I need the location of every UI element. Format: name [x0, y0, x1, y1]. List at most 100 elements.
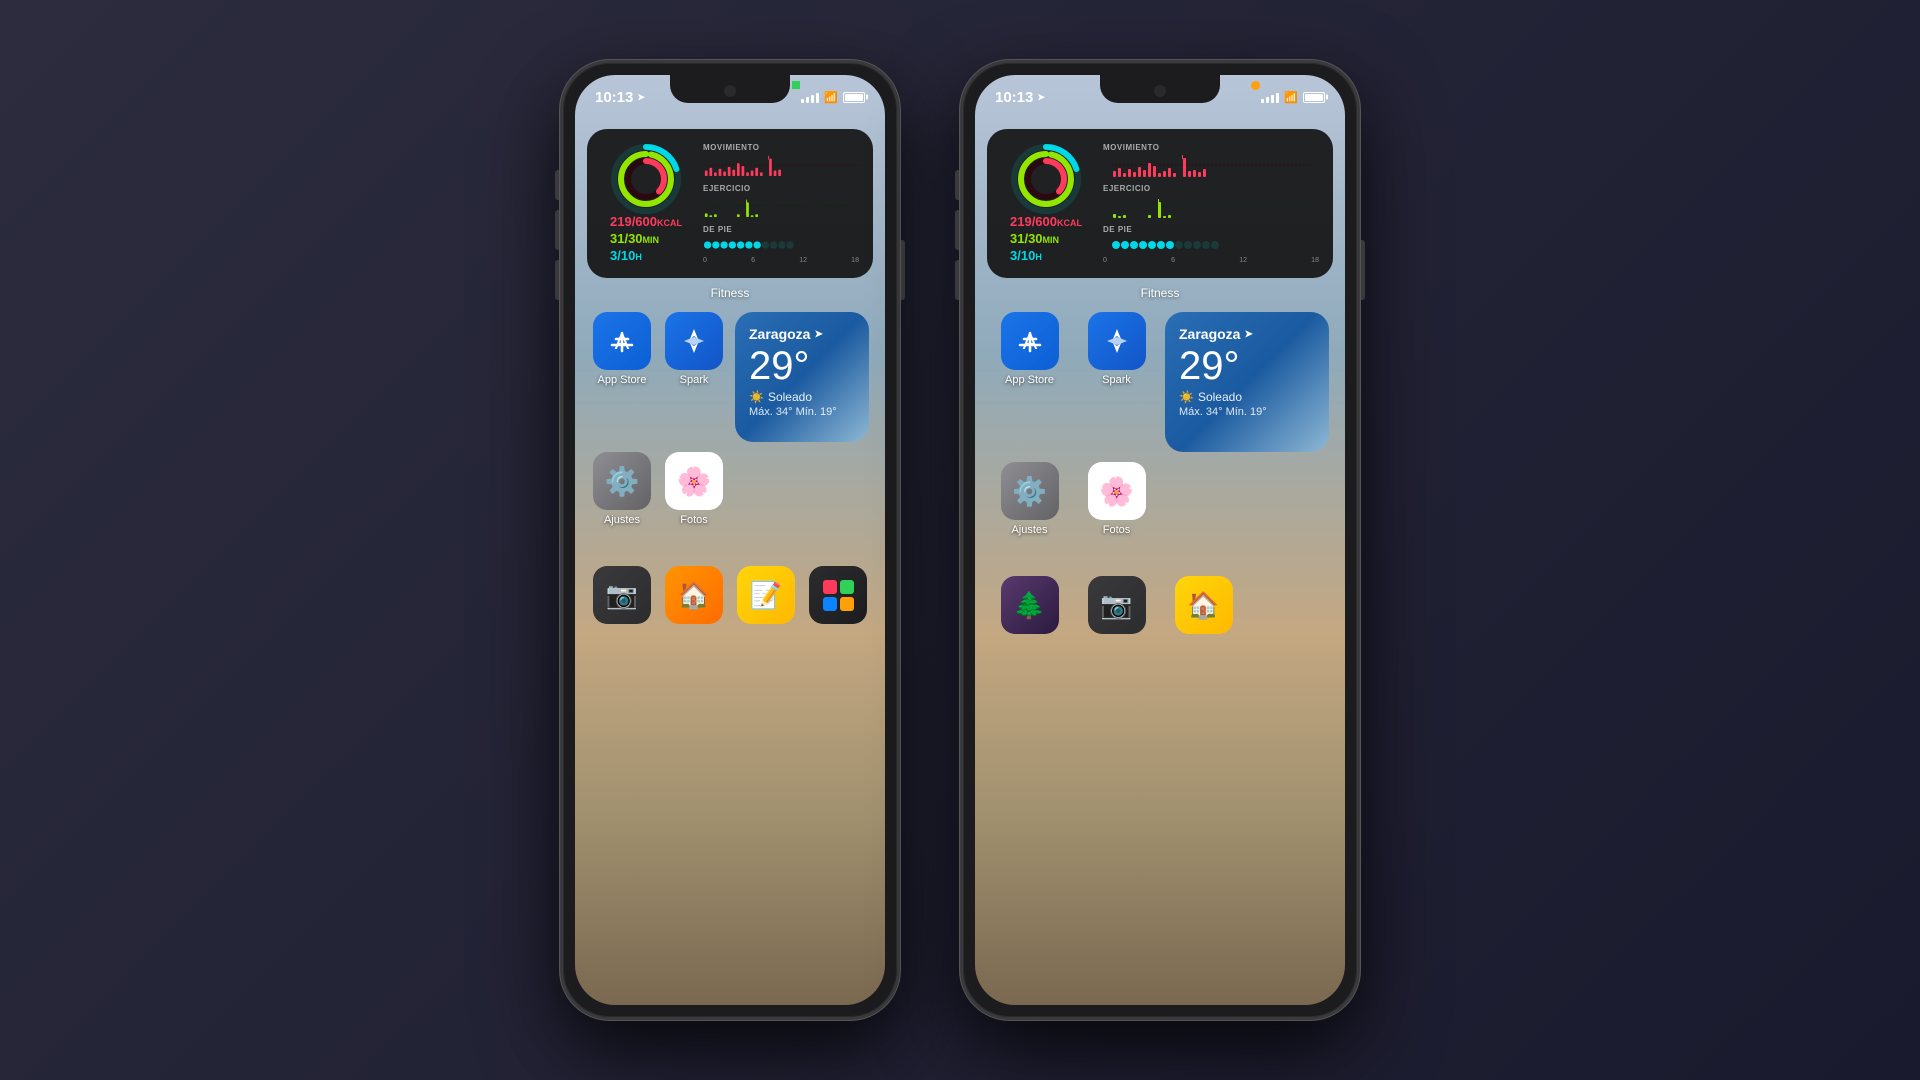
chart-stand-left: DE PIE: [703, 225, 859, 264]
notes-icon-left: 📝: [737, 566, 795, 624]
phone-screen-left: 10:13 ➤ 📶: [575, 75, 885, 1005]
chart-move-left: MOVIMIENTO: [703, 143, 859, 178]
signal-bars-right: [1261, 91, 1279, 103]
phone-frame-left: 10:13 ➤ 📶: [560, 60, 900, 1020]
sun-icon-left: ☀️: [749, 390, 764, 404]
app-store-label-left: App Store: [598, 374, 647, 386]
app-row2-left: ⚙️ Ajustes 🌸 Fotos: [587, 452, 873, 526]
location-icon-left: ➤: [637, 92, 645, 103]
weather-location-icon-left: ➤: [814, 329, 822, 340]
fitness-widget-right[interactable]: 219/600KCAL 31/30MIN 3/10H MOVI: [987, 129, 1333, 278]
settings-right[interactable]: ⚙️ Ajustes: [991, 462, 1068, 536]
spark-right[interactable]: Spark: [1078, 312, 1155, 452]
fitness-widget-left[interactable]: 219/600KCAL 31/30MIN 3/10H: [587, 129, 873, 278]
spark-svg-right: [1099, 323, 1135, 359]
spark-label-right: Spark: [1102, 374, 1131, 386]
camera-right[interactable]: 🌲: [991, 576, 1068, 634]
photos-right[interactable]: 🌸 Fotos: [1078, 462, 1155, 536]
weather-inner-left: Zaragoza ➤ 29° ☀️ Soleado Máx. 34° Mín. …: [735, 312, 869, 442]
chart-move-svg-left: [703, 153, 859, 178]
weather-temp-right: 29°: [1179, 346, 1315, 386]
activity-rings-right: [1011, 144, 1081, 214]
spark-left[interactable]: Spark: [663, 312, 725, 442]
chart-move-right: MOVIMIENTO: [1103, 143, 1319, 178]
side-button-left: [901, 240, 905, 300]
weather-widget-left[interactable]: Zaragoza ➤ 29° ☀️ Soleado Máx. 34° Mín. …: [735, 312, 869, 442]
gear-icon-left: ⚙️: [605, 465, 640, 498]
indicator-dot-right: [1251, 81, 1260, 90]
notch-left: [670, 75, 790, 103]
weather-minmax-left: Máx. 34° Mín. 19°: [749, 406, 855, 418]
camera-icon-right: 🌲: [1001, 576, 1059, 634]
app-store-left[interactable]: A App Store: [591, 312, 653, 442]
settings-left[interactable]: ⚙️ Ajustes: [591, 452, 653, 526]
wifi-icon-right: 📶: [1284, 91, 1298, 104]
status-icons-left: 📶: [801, 91, 865, 104]
weather-minmax-right: Máx. 34° Mín. 19°: [1179, 406, 1315, 418]
chart-exercise-svg-right: [1103, 194, 1319, 219]
app-store-icon-left: A: [593, 312, 651, 370]
home-right[interactable]: 📷: [1078, 576, 1155, 634]
weather-condition-left: ☀️ Soleado: [749, 390, 855, 404]
chart-stand-svg-right: [1103, 235, 1319, 255]
phone-frame-right: 10:13 ➤ 📶: [960, 60, 1360, 1020]
time-right: 10:13 ➤: [995, 89, 1045, 106]
fitness-label-right: Fitness: [987, 286, 1333, 300]
camera-left[interactable]: 📷: [591, 566, 653, 624]
chart-exercise-left: EJERCICIO: [703, 184, 859, 219]
photos-left[interactable]: 🌸 Fotos: [663, 452, 725, 526]
settings-label-left: Ajustes: [604, 514, 640, 526]
home-left[interactable]: 🏠: [663, 566, 725, 624]
weather-inner-right: Zaragoza ➤ 29° ☀️ Soleado Máx. 34° Mín. …: [1165, 312, 1329, 452]
activity-rings-left: [611, 144, 681, 214]
fitness-charts-left: MOVIMIENTO: [703, 143, 859, 264]
photos-label-left: Fotos: [680, 514, 708, 526]
left-phone: 10:13 ➤ 📶: [560, 60, 900, 1020]
app-store-label-right: App Store: [1005, 374, 1054, 386]
app-row1-right: A App Store: [987, 312, 1333, 452]
photos-label-right: Fotos: [1103, 524, 1131, 536]
battery-left: [843, 92, 865, 103]
app-row3-right: 🌲 📷 🏠: [987, 576, 1333, 634]
notes-left[interactable]: 📝: [735, 566, 797, 624]
indicator-dot-left: [792, 81, 800, 89]
chart-exercise-right: EJERCICIO: [1103, 184, 1319, 219]
app-store-right[interactable]: A App Store: [991, 312, 1068, 452]
camera-icon-left: 📷: [593, 566, 651, 624]
battery-right: [1303, 92, 1325, 103]
weather-widget-right[interactable]: Zaragoza ➤ 29° ☀️ Soleado Máx. 34° Mín. …: [1165, 312, 1329, 452]
silent-left: [555, 170, 559, 200]
stat-stand-left: 3/10H: [610, 248, 682, 263]
home-icon-right: 📷: [1088, 576, 1146, 634]
signal-bars-left: [801, 91, 819, 103]
spark-icon-right: [1088, 312, 1146, 370]
wifi-icon-left: 📶: [824, 91, 838, 104]
stat-stand-right: 3/10H: [1010, 248, 1082, 263]
side-button-right: [1361, 240, 1365, 300]
vol-down-left: [555, 260, 559, 300]
weather-city-right: Zaragoza ➤: [1179, 326, 1315, 342]
notes-right[interactable]: 🏠: [1165, 576, 1242, 634]
fitness-rings-left: 219/600KCAL 31/30MIN 3/10H: [601, 143, 691, 264]
home-content-right: 219/600KCAL 31/30MIN 3/10H MOVI: [975, 119, 1345, 1005]
time-left: 10:13 ➤: [595, 89, 645, 106]
fitness-charts-right: MOVIMIENTO: [1103, 143, 1319, 264]
multi-left[interactable]: [807, 566, 869, 624]
settings-icon-right: ⚙️: [1001, 462, 1059, 520]
fitness-stats-left: 219/600KCAL 31/30MIN 3/10H: [610, 214, 682, 263]
weather-arrow-right: ➤: [1244, 329, 1252, 340]
photos-flower-icon-left: 🌸: [677, 465, 712, 498]
app-row3-left: 📷 🏠 📝: [587, 566, 873, 624]
spark-svg-left: [676, 323, 712, 359]
stat-move-right: 219/600KCAL: [1010, 214, 1082, 229]
stat-exercise-right: 31/30MIN: [1010, 231, 1082, 246]
camera-right: [1154, 85, 1166, 97]
status-icons-right: 📶: [1261, 91, 1325, 104]
fitness-label-left: Fitness: [587, 286, 873, 300]
app-store-svg-left: A: [604, 323, 640, 359]
spark-icon-left: [665, 312, 723, 370]
app-row1-left: A App Store: [587, 312, 873, 442]
right-phone: 10:13 ➤ 📶: [960, 60, 1360, 1020]
chart-exercise-svg-left: [703, 194, 859, 219]
photos-icon-right: 🌸: [1088, 462, 1146, 520]
